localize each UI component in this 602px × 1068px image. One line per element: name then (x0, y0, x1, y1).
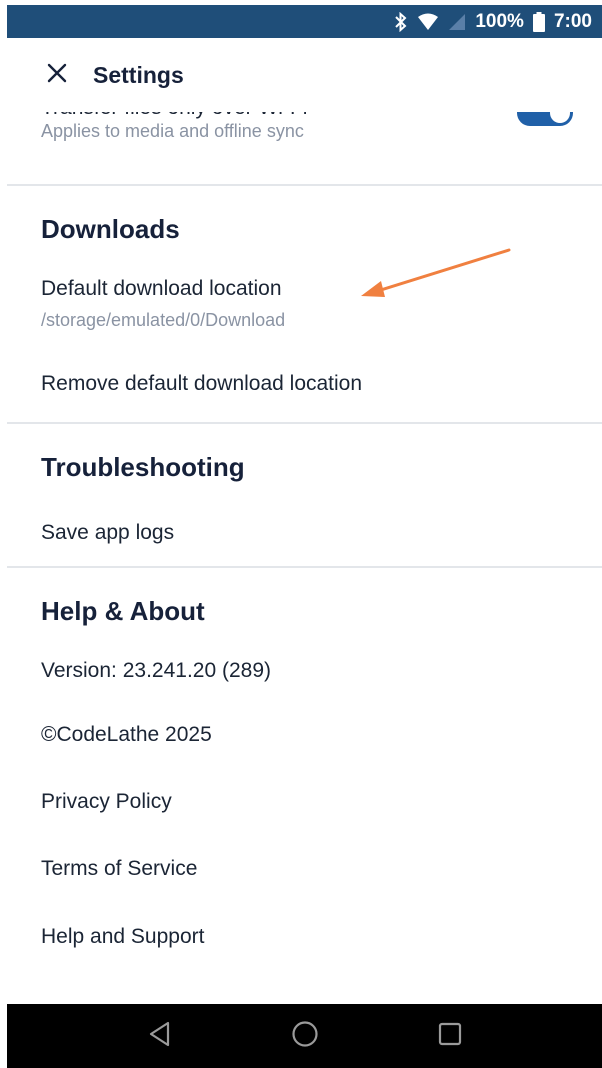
bluetooth-icon (394, 11, 408, 32)
default-download-location-item[interactable]: Default download location (41, 277, 282, 301)
battery-percent: 100% (475, 10, 524, 32)
section-title-troubleshooting: Troubleshooting (41, 452, 245, 482)
help-and-support-link[interactable]: Help and Support (41, 925, 204, 949)
system-nav-bar (7, 1004, 602, 1068)
save-app-logs-item[interactable]: Save app logs (41, 521, 174, 545)
wifi-only-setting[interactable]: Transfer files only over Wi-Fi Applies t… (7, 112, 602, 166)
close-button[interactable] (27, 45, 87, 105)
section-title-help-about: Help & About (41, 596, 205, 626)
signal-icon (448, 13, 466, 31)
back-icon (148, 1021, 172, 1052)
annotation-arrow-icon (361, 248, 511, 297)
divider (7, 566, 602, 568)
terms-of-service-link[interactable]: Terms of Service (41, 857, 197, 881)
status-bar: 100% 7:00 (7, 5, 602, 38)
remove-default-location-item[interactable]: Remove default download location (41, 372, 362, 396)
copyright-text: ©CodeLathe 2025 (41, 723, 212, 746)
page-title: Settings (93, 61, 184, 88)
back-button[interactable] (136, 1012, 184, 1060)
wifi-only-label: Transfer files only over Wi-Fi (41, 112, 307, 120)
app-bar: Settings (7, 38, 602, 112)
home-icon (291, 1020, 319, 1053)
wifi-only-toggle[interactable] (517, 112, 573, 126)
battery-icon (532, 11, 545, 32)
section-title-downloads: Downloads (41, 214, 180, 244)
clock: 7:00 (553, 10, 592, 32)
recents-icon (438, 1022, 462, 1051)
divider (7, 422, 602, 424)
default-download-location-path: /storage/emulated/0/Download (41, 310, 286, 330)
version-text: Version: 23.241.20 (289) (41, 659, 271, 682)
recents-button[interactable] (426, 1012, 474, 1060)
divider (7, 184, 602, 186)
wifi-only-subtitle: Applies to media and offline sync (41, 121, 304, 141)
settings-list[interactable]: Transfer files only over Wi-Fi Applies t… (7, 112, 602, 1002)
close-icon (47, 63, 67, 88)
privacy-policy-link[interactable]: Privacy Policy (41, 790, 172, 814)
wifi-icon (417, 13, 439, 31)
home-button[interactable] (281, 1012, 329, 1060)
toggle-knob (550, 112, 570, 123)
